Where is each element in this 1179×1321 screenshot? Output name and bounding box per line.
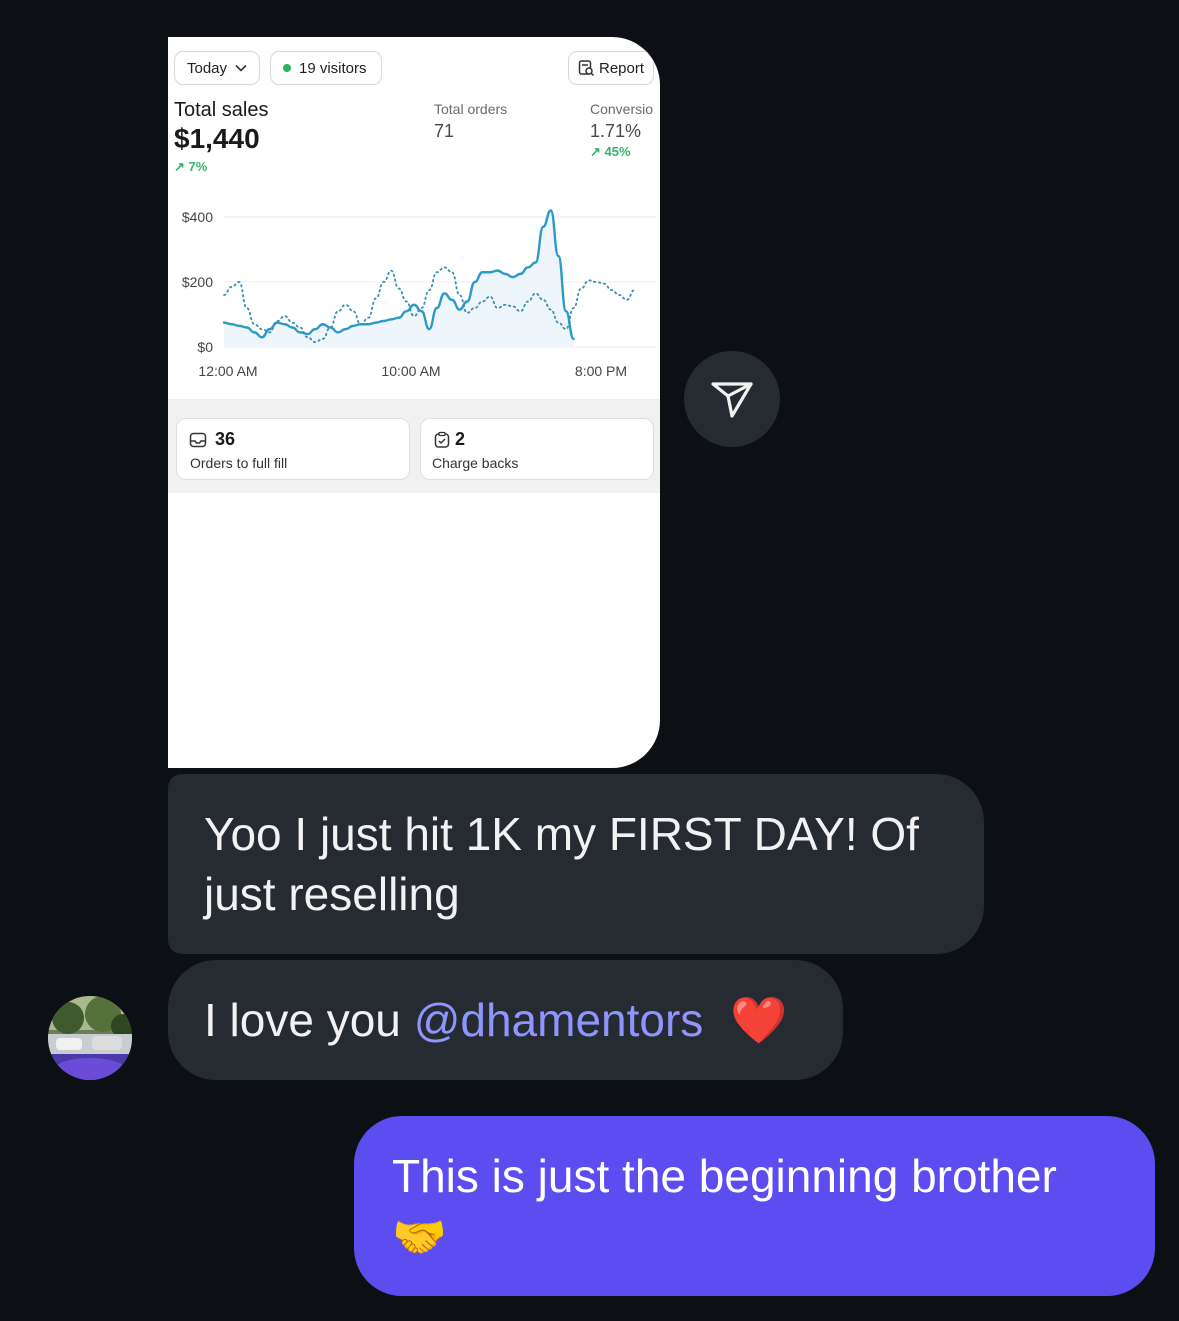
total-sales-delta-value: 7% [188,159,208,174]
inbox-icon [189,432,207,448]
send-icon [711,382,753,418]
charge-backs-label: Charge backs [432,455,519,471]
total-orders-value: 71 [434,121,455,141]
avatar-photo [48,996,132,1080]
x-tick-label: 8:00 PM [575,363,627,379]
message-bubble-outgoing[interactable]: This is just the beginning brother 🤝 [354,1116,1155,1296]
orders-to-fulfill-value: 36 [215,429,236,449]
total-sales-value: $1,440 [174,123,260,154]
report-label: Report [599,59,645,77]
message-text: Yoo I just hit 1K my FIRST DAY! Of just … [204,808,919,920]
y-tick-label: $400 [182,209,213,225]
shared-screenshot[interactable]: Today 19 visitors Report Total sales $1,… [168,37,660,768]
sales-line-chart: $400 $200 $0 12:00 AM 10:00 AM 8:00 PM [182,209,656,379]
conversion-delta: ↗ 45% [590,144,631,160]
total-sales-delta: ↗ 7% [174,159,207,175]
message-text: I love you [204,994,414,1046]
x-tick-label: 10:00 AM [381,363,440,379]
y-tick-label: $200 [182,274,213,290]
report-icon [578,60,595,77]
total-orders-label: Total orders [434,101,508,117]
period-dropdown[interactable]: Today [174,51,260,85]
message-text: This is just the beginning brother [392,1150,1057,1202]
share-button[interactable] [684,351,780,447]
conversion-label: Conversio [590,101,654,117]
visitors-label: 19 visitors [299,59,367,77]
message-bubble-incoming[interactable]: Yoo I just hit 1K my FIRST DAY! Of just … [168,774,984,954]
series-area [224,210,574,347]
message-bubble-incoming[interactable]: I love you @dhamentors ❤️ [168,960,843,1080]
charge-backs-card[interactable]: 2 Charge backs [420,418,654,480]
chevron-down-icon [235,64,247,72]
mention-link[interactable]: @dhamentors [414,994,704,1046]
arrow-up-right-icon: ↗ [590,144,601,159]
period-label: Today [187,59,228,77]
handshake-emoji: 🤝 [392,1213,447,1262]
x-tick-label: 12:00 AM [198,363,257,379]
clipboard-check-icon [434,431,450,448]
y-tick-label: $0 [197,339,213,355]
visitors-badge[interactable]: 19 visitors [270,51,382,85]
heart-emoji: ❤️ [730,994,788,1046]
orders-to-fulfill-label: Orders to full fill [190,455,288,471]
live-dot-icon [283,64,291,72]
orders-to-fulfill-card[interactable]: 36 Orders to full fill [176,418,410,480]
report-button[interactable]: Report [568,51,654,85]
conversion-delta-value: 45% [604,144,631,159]
avatar[interactable] [48,996,132,1080]
conversion-value: 1.71% [590,121,642,141]
charge-backs-value: 2 [455,429,466,449]
total-sales-label: Total sales [174,99,269,121]
arrow-up-right-icon: ↗ [174,159,185,174]
